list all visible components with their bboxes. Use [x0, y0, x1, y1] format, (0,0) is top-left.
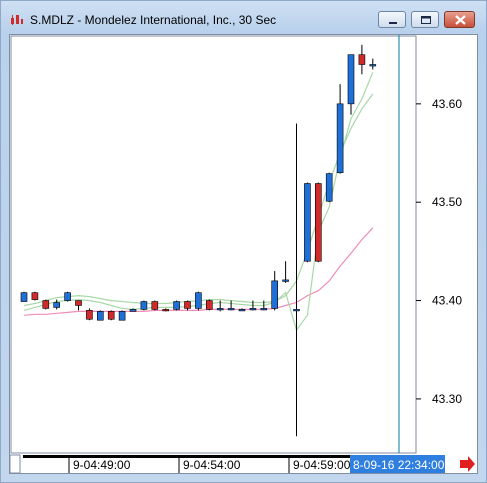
chart-area[interactable]: 43.30 43.40 43.50 43.60 9-04:49:00 9-04:54:0…	[9, 34, 478, 474]
candle-up	[325, 173, 333, 202]
title-bar[interactable]: S.MDLZ - Mondelez International, Inc., 3…	[1, 1, 486, 35]
window-title: S.MDLZ - Mondelez International, Inc., 3…	[30, 13, 277, 27]
maximize-icon	[421, 16, 431, 24]
close-icon	[455, 15, 466, 25]
y-tick-label: 43.30	[432, 392, 462, 406]
candle-up	[20, 292, 28, 302]
candle-up	[129, 309, 137, 312]
candle-up	[97, 311, 104, 321]
candle-down	[358, 54, 366, 65]
candle-down	[86, 310, 93, 320]
y-tick-label: 43.50	[432, 195, 462, 209]
candle-up	[64, 292, 71, 301]
minimize-icon	[389, 22, 397, 24]
y-tick-label: 43.40	[432, 294, 462, 308]
candle-down	[31, 292, 39, 300]
candle-down	[206, 300, 213, 310]
candlestick-chart[interactable]: 43.30 43.40 43.50 43.60 9-04:49:00 9-04:54:0…	[10, 35, 477, 473]
time-tick-label: 9-04:49:00	[73, 458, 131, 472]
candle-up	[173, 301, 180, 310]
candle-up	[53, 302, 61, 308]
candle-up	[282, 279, 289, 282]
candle-down	[314, 183, 322, 262]
candle-up	[140, 301, 148, 310]
chart-app-icon	[10, 13, 24, 25]
candle-down	[107, 311, 115, 320]
candle-up	[347, 54, 355, 105]
plot-frame	[10, 35, 417, 454]
candle-up	[238, 309, 246, 312]
candle-down	[151, 301, 159, 310]
candle-up	[249, 308, 257, 311]
y-tick-label: 43.60	[432, 97, 462, 111]
candle-down	[75, 300, 82, 306]
candle-down	[162, 309, 169, 312]
cursor-time-label: 8-09-16 22:34:00	[353, 458, 445, 472]
close-button[interactable]	[444, 11, 475, 28]
candle-up	[304, 183, 311, 262]
time-tick-label: 9-04:54:00	[183, 458, 241, 472]
candle-up	[260, 308, 268, 311]
time-tick-label: 9-04:59:00	[293, 458, 351, 472]
candle-up	[195, 292, 202, 309]
chart-window: S.MDLZ - Mondelez International, Inc., 3…	[0, 0, 487, 483]
candle-up	[271, 280, 279, 309]
scroll-right-arrow-icon	[460, 456, 475, 472]
time-axis-scroll-box	[10, 454, 21, 473]
candle-down	[184, 301, 191, 309]
candle-up	[216, 308, 224, 311]
candle-up	[118, 311, 126, 321]
candle-up	[227, 308, 235, 311]
minimize-button[interactable]	[378, 11, 406, 28]
candle-up	[369, 64, 377, 67]
maximize-button[interactable]	[411, 11, 439, 28]
candle-up	[293, 309, 300, 312]
candle-down	[42, 300, 50, 309]
candle-up	[336, 103, 344, 173]
